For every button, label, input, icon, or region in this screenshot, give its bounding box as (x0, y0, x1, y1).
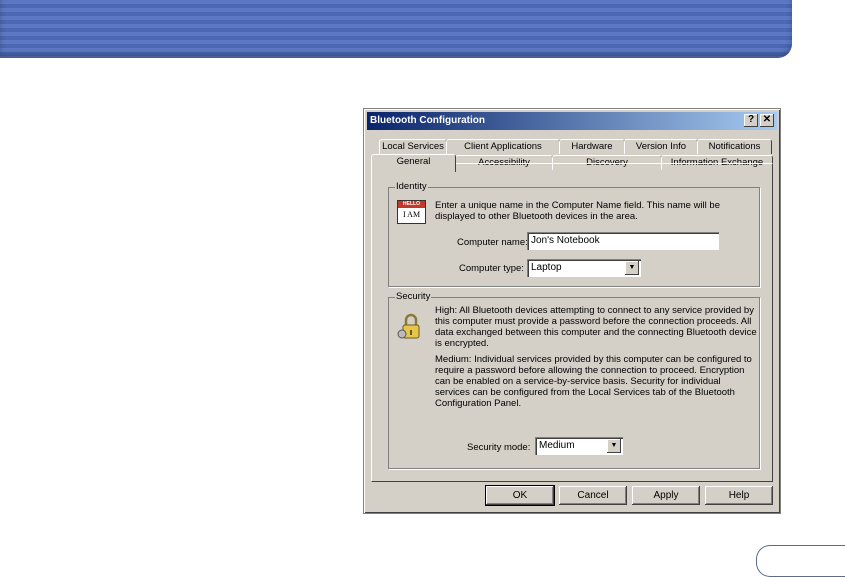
security-group-label: Security (395, 291, 432, 302)
tab-hardware[interactable]: Hardware (559, 139, 625, 154)
cancel-button[interactable]: Cancel (559, 486, 627, 505)
page-number-tab (756, 545, 845, 577)
title-bar: Bluetooth Configuration ? ✕ (367, 112, 777, 130)
name-tag-icon-bottom: I AM (402, 210, 421, 219)
tab-notifications[interactable]: Notifications (697, 139, 772, 154)
security-mode-value: Medium (539, 440, 575, 451)
tab-client-applications[interactable]: Client Applications (446, 139, 560, 154)
security-high-description: High: All Bluetooth devices attempting t… (435, 305, 757, 349)
security-medium-description: Medium: Individual services provided by … (435, 354, 752, 409)
identity-group: Identity HELLO I AM Enter a unique name … (388, 181, 760, 287)
computer-type-value: Laptop (531, 262, 562, 273)
identity-group-label: Identity (395, 181, 428, 192)
security-group: Security High: All Bluetooth devices att… (388, 291, 760, 469)
security-mode-select[interactable]: Medium ▼ (535, 437, 623, 455)
apply-button[interactable]: Apply (632, 486, 700, 505)
computer-type-label: Computer type: (459, 263, 524, 274)
tab-local-services[interactable]: Local Services (379, 139, 447, 154)
tab-general[interactable]: General (371, 154, 456, 172)
tab-version-info[interactable]: Version Info (624, 139, 698, 154)
computer-name-input[interactable]: Jon's Notebook (527, 232, 719, 250)
header-banner (0, 0, 792, 58)
name-tag-icon: HELLO I AM (397, 200, 426, 224)
ok-button[interactable]: OK (485, 485, 555, 506)
identity-description: Enter a unique name in the Computer Name… (435, 200, 720, 222)
general-tab-panel: Identity HELLO I AM Enter a unique name … (371, 163, 773, 482)
close-button[interactable]: ✕ (760, 114, 774, 127)
help-title-button[interactable]: ? (744, 114, 758, 127)
chevron-down-icon[interactable]: ▼ (625, 261, 639, 275)
name-tag-icon-top: HELLO (398, 201, 425, 208)
lock-keys-icon (397, 312, 425, 342)
help-button[interactable]: Help (705, 486, 773, 505)
security-mode-label: Security mode: (467, 442, 531, 453)
computer-name-label: Computer name: (457, 237, 528, 248)
computer-type-select[interactable]: Laptop ▼ (527, 259, 641, 277)
bluetooth-configuration-dialog: Bluetooth Configuration ? ✕ Local Servic… (363, 108, 781, 514)
dialog-title: Bluetooth Configuration (370, 115, 485, 126)
chevron-down-icon[interactable]: ▼ (607, 439, 621, 453)
